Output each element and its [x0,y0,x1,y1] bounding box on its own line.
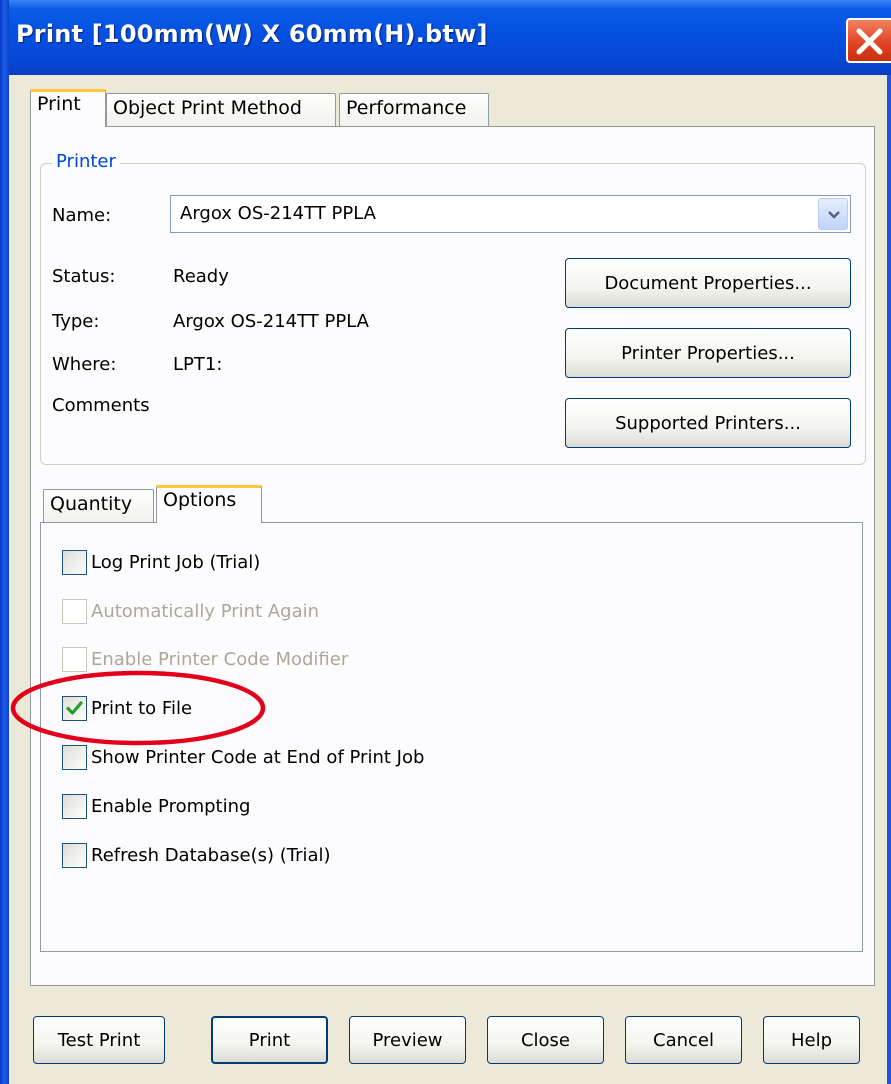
tab-object-print-method-label: Object Print Method [113,97,302,119]
chevron-down-icon [828,211,840,219]
where-label: Where: [52,354,117,375]
option-enable-printer-code-modifier[interactable]: Enable Printer Code Modifier [62,645,348,673]
option-print-to-file[interactable]: Print to File [62,694,192,722]
enable-prompting-label: Enable Prompting [91,795,251,817]
close-button[interactable]: Close [487,1016,604,1064]
supported-printers-label: Supported Printers... [615,412,801,434]
print-to-file-label: Print to File [91,697,193,719]
close-x-icon [856,28,883,55]
refresh-databases-label: Refresh Database(s) (Trial) [91,844,331,866]
cancel-button[interactable]: Cancel [625,1016,742,1064]
tab-options[interactable]: Options [156,485,262,523]
test-print-label: Test Print [57,1029,141,1051]
option-automatically-print-again[interactable]: Automatically Print Again [62,597,319,625]
automatically-print-again-label: Automatically Print Again [91,600,320,622]
status-label: Status: [52,266,116,287]
print-button[interactable]: Print [211,1016,328,1064]
show-printer-code-label: Show Printer Code at End of Print Job [91,746,425,768]
tab-performance-label: Performance [346,97,467,119]
log-print-job-checkbox[interactable] [62,549,87,575]
refresh-databases-checkbox[interactable] [62,842,87,868]
name-label: Name: [52,205,112,226]
help-label: Help [790,1029,833,1051]
enable-prompting-checkbox[interactable] [62,793,87,819]
option-log-print-job[interactable]: Log Print Job (Trial) [62,548,260,576]
option-enable-prompting[interactable]: Enable Prompting [62,792,250,820]
options-tab-panel [40,522,863,952]
document-properties-label: Document Properties... [604,272,812,294]
tab-performance[interactable]: Performance [339,93,489,127]
enable-printer-code-modifier-checkbox[interactable] [62,646,87,672]
close-label: Close [520,1029,571,1051]
supported-printers-button[interactable]: Supported Printers... [565,398,851,448]
preview-button[interactable]: Preview [349,1016,466,1064]
print-label: Print [248,1029,291,1051]
type-value: Argox OS-214TT PPLA [173,311,369,332]
title-bar[interactable]: Print [100mm(W) X 60mm(H).btw] [0,0,891,75]
status-value: Ready [173,266,229,287]
log-print-job-label: Log Print Job (Trial) [91,551,261,573]
dropdown-button[interactable] [818,198,848,230]
help-button[interactable]: Help [763,1016,860,1064]
close-window-button[interactable] [846,18,891,63]
document-properties-button[interactable]: Document Properties... [565,258,851,308]
print-dialog: Print [100mm(W) X 60mm(H).btw] Print Obj… [0,0,891,1084]
enable-printer-code-modifier-label: Enable Printer Code Modifier [91,648,349,670]
print-to-file-checkbox[interactable] [62,695,87,721]
checkmark-icon [66,700,83,715]
tab-quantity[interactable]: Quantity [43,489,154,523]
show-printer-code-checkbox[interactable] [62,744,87,770]
preview-label: Preview [372,1029,443,1051]
printer-group-legend: Printer [52,151,120,172]
type-label: Type: [52,311,100,332]
where-value: LPT1: [173,354,223,375]
printer-properties-button[interactable]: Printer Properties... [565,328,851,378]
tab-options-label: Options [163,489,237,511]
option-refresh-databases[interactable]: Refresh Database(s) (Trial) [62,841,331,869]
window-right-border [887,75,891,1084]
window-left-border [0,0,9,1084]
window-title: Print [100mm(W) X 60mm(H).btw] [16,20,488,48]
comments-label: Comments [52,395,150,416]
tab-quantity-label: Quantity [50,493,133,515]
tab-print-label: Print [37,93,81,115]
automatically-print-again-checkbox[interactable] [62,598,87,624]
printer-properties-label: Printer Properties... [621,342,795,364]
tab-print[interactable]: Print [30,89,106,127]
option-show-printer-code[interactable]: Show Printer Code at End of Print Job [62,743,424,771]
tab-object-print-method[interactable]: Object Print Method [106,93,336,127]
cancel-label: Cancel [653,1029,714,1051]
printer-name-value: Argox OS-214TT PPLA [180,203,376,224]
printer-name-select[interactable]: Argox OS-214TT PPLA [170,195,851,233]
test-print-button[interactable]: Test Print [33,1016,165,1064]
